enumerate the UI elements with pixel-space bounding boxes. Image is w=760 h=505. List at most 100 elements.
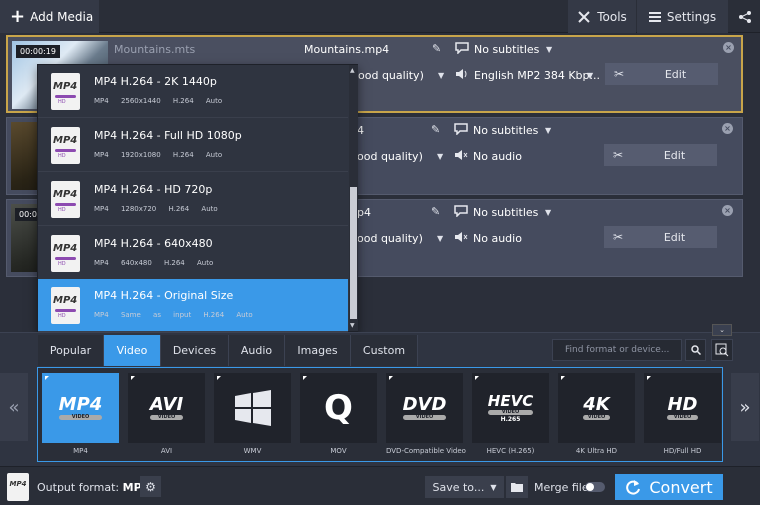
rename-pencil-icon[interactable]: ✎ (431, 205, 440, 218)
format-dvd[interactable]: DVD VIDEO DVD-Compatible Video (386, 373, 466, 459)
share-icon (738, 10, 751, 23)
tab-custom[interactable]: Custom (351, 335, 418, 366)
audio-muted-icon (455, 232, 468, 242)
format-mp4[interactable]: MP4 VIDEO MP4 (42, 373, 119, 459)
convert-label: Convert (649, 477, 713, 497)
preset-item[interactable]: MP4 HD MP4 H.264 - 2K 1440p MP4 2560x1440… (38, 65, 348, 118)
share-button[interactable] (729, 0, 760, 33)
formats-next-button[interactable]: » (731, 373, 759, 441)
scroll-down-icon[interactable]: ▼ (350, 322, 355, 329)
hd-logo-icon: HD VIDEO (667, 394, 698, 420)
format-panel: ⌄ Popular Video Devices Audio Images Cus… (0, 324, 760, 466)
audio-select[interactable]: English MP2 384 Kbp... (474, 69, 600, 82)
chevron-down-icon[interactable]: ▼ (545, 126, 551, 135)
format-hd[interactable]: HD VIDEO HD/Full HD (644, 373, 721, 459)
chevron-down-icon[interactable]: ▼ (437, 234, 443, 243)
output-settings-button[interactable]: ⚙ (140, 476, 161, 497)
preset-specs: MP4 1920x1080 H.264 Auto (94, 151, 223, 159)
scrollbar-thumb[interactable] (350, 187, 357, 319)
subtitles-select[interactable]: No subtitles (473, 206, 538, 219)
rename-pencil-icon[interactable]: ✎ (431, 123, 440, 136)
tab-popular[interactable]: Popular (38, 335, 104, 366)
preset-item[interactable]: MP4 HD MP4 H.264 - 640x480 MP4 640x480 H.… (38, 227, 348, 280)
save-to-label: Save to... (432, 480, 485, 494)
close-icon[interactable]: × (722, 123, 733, 134)
format-caption: HD/Full HD (663, 447, 702, 455)
audio-select[interactable]: No audio (473, 150, 522, 163)
top-toolbar: + Add Media Tools Settings (0, 0, 760, 33)
save-to-button[interactable]: Save to... ▼ (425, 476, 504, 498)
format-4k[interactable]: 4K VIDEO 4K Ultra HD (558, 373, 635, 459)
bottom-bar: MP4 Output format: MP4 ⚙ Save to... ▼ Mer… (0, 466, 760, 505)
4k-logo-icon: 4K VIDEO (583, 394, 610, 420)
mp4-file-icon: MP4 HD (51, 235, 80, 272)
tools-label: Tools (597, 9, 627, 24)
close-icon[interactable]: × (723, 42, 734, 53)
merge-files-toggle[interactable] (585, 482, 605, 492)
audio-muted-icon (455, 150, 468, 160)
output-format-icon: MP4 (7, 473, 29, 501)
formats-prev-button[interactable]: « (0, 373, 28, 441)
chevron-down-icon[interactable]: ▼ (438, 71, 444, 80)
preset-item[interactable]: MP4 HD MP4 H.264 - Full HD 1080p MP4 1920… (38, 119, 348, 172)
format-mov[interactable]: Q MOV (300, 373, 377, 459)
mp4-file-icon: MP4 HD (51, 73, 80, 110)
format-avi[interactable]: AVI VIDEO AVI (128, 373, 205, 459)
format-hevc[interactable]: HEVC VIDEO H.265 HEVC (H.265) (472, 373, 549, 459)
plus-icon: + (10, 5, 26, 27)
device-detect-icon (715, 343, 729, 357)
mp4-file-icon: MP4 HD (51, 181, 80, 218)
dropdown-scrollbar[interactable]: ▲ ▼ (349, 65, 358, 331)
preset-title: MP4 H.264 - Original Size (94, 289, 234, 302)
subtitles-select[interactable]: No subtitles (473, 124, 538, 137)
preset-item-selected[interactable]: MP4 HD MP4 H.264 - Original Size MP4 Same… (38, 279, 348, 332)
tab-audio[interactable]: Audio (229, 335, 285, 366)
quality-label[interactable]: ood quality) (358, 69, 424, 82)
preset-title: MP4 H.264 - HD 720p (94, 183, 213, 196)
preset-item[interactable]: MP4 HD MP4 H.264 - HD 720p MP4 1280x720 H… (38, 173, 348, 226)
audio-icon (456, 69, 467, 79)
mp4-logo-icon: MP4 VIDEO (58, 394, 103, 420)
edit-button[interactable]: ✂ Edit (604, 144, 717, 166)
quality-label[interactable]: ood quality) (357, 232, 423, 245)
scroll-up-icon[interactable]: ▲ (350, 67, 355, 74)
subtitles-select[interactable]: No subtitles (474, 43, 539, 56)
subtitles-icon (455, 42, 469, 54)
settings-button[interactable]: Settings (637, 0, 728, 33)
output-filename: Mountains.mp4 (304, 43, 390, 56)
output-format-label: Output format: MP4 (37, 481, 150, 494)
tools-button[interactable]: Tools (568, 0, 636, 33)
format-caption: AVI (160, 447, 173, 455)
close-icon[interactable]: × (722, 205, 733, 216)
subtitles-icon (454, 205, 468, 217)
rename-pencil-icon[interactable]: ✎ (432, 42, 441, 55)
tab-images[interactable]: Images (285, 335, 351, 366)
audio-select[interactable]: No audio (473, 232, 522, 245)
format-search-input[interactable]: Find format or device... (552, 339, 682, 361)
edit-button[interactable]: ✂ Edit (604, 226, 717, 248)
search-button[interactable] (685, 339, 706, 361)
edit-label: Edit (663, 148, 686, 162)
quality-label[interactable]: ood quality) (357, 150, 423, 163)
refresh-icon (626, 480, 641, 495)
tab-video[interactable]: Video (104, 335, 161, 366)
chevron-down-icon[interactable]: ▼ (545, 208, 551, 217)
chevron-down-icon[interactable]: ▼ (437, 152, 443, 161)
format-grid: MP4 VIDEO MP4 AVI VIDEO AVI WMV Q MOV DVD V… (37, 367, 723, 462)
chevron-down-icon[interactable]: ▼ (587, 71, 593, 80)
scissors-icon: ✂ (612, 148, 624, 162)
chevron-down-icon[interactable]: ▼ (546, 45, 552, 54)
format-tabs: Popular Video Devices Audio Images Custo… (38, 335, 418, 366)
edit-button[interactable]: ✂ Edit (605, 63, 718, 85)
open-folder-button[interactable] (506, 476, 528, 498)
scissors-icon: ✂ (612, 230, 624, 244)
convert-button[interactable]: Convert (615, 474, 723, 500)
add-media-button[interactable]: + Add Media (0, 0, 99, 33)
preset-title: MP4 H.264 - 2K 1440p (94, 75, 217, 88)
format-wmv[interactable]: WMV (214, 373, 291, 459)
detect-device-button[interactable] (711, 339, 733, 361)
preset-specs: MP4 1280x720 H.264 Auto (94, 205, 218, 213)
edit-label: Edit (664, 67, 687, 81)
tab-devices[interactable]: Devices (161, 335, 229, 366)
collapse-panel-button[interactable]: ⌄ (712, 324, 732, 336)
